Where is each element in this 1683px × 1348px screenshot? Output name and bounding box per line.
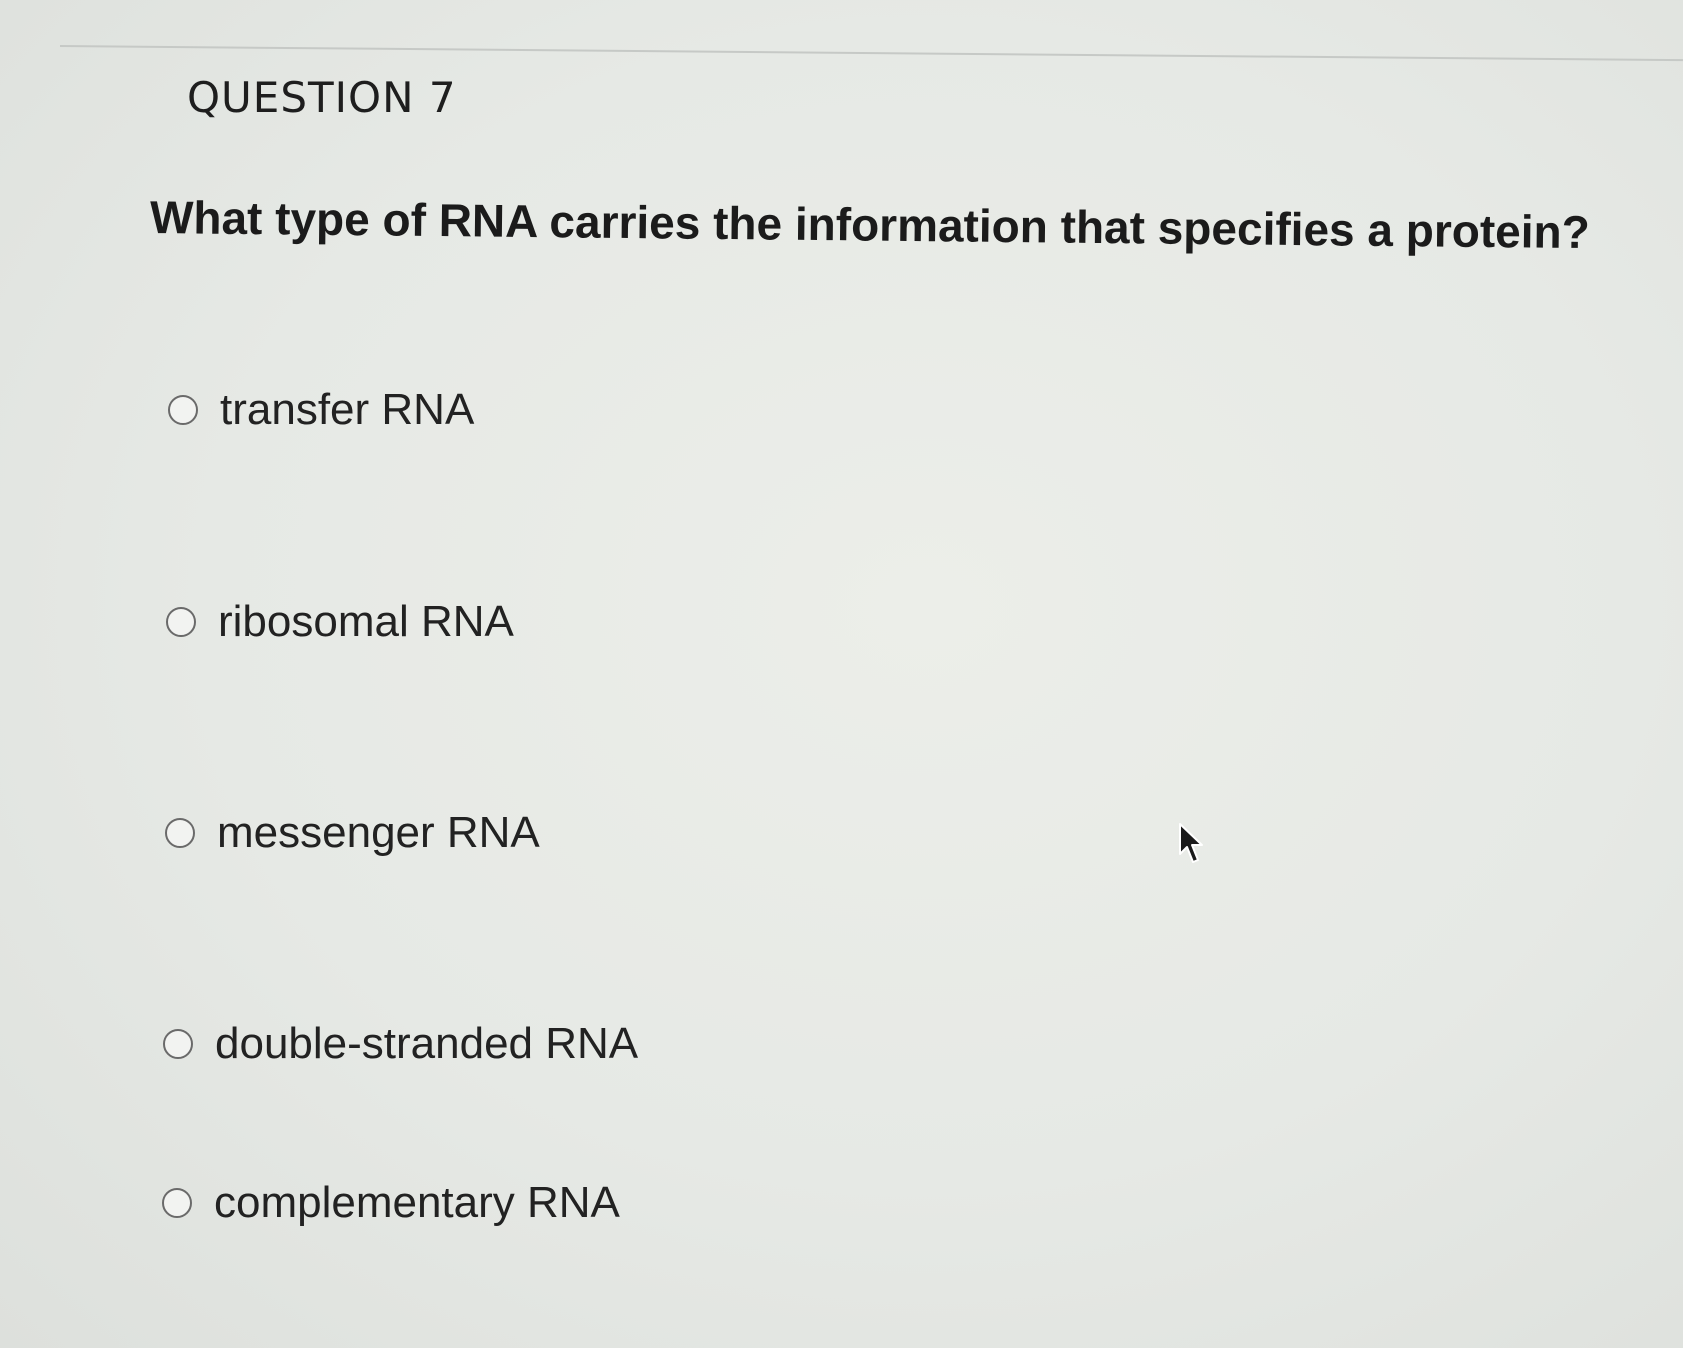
radio-unchecked-icon[interactable]	[163, 1029, 193, 1059]
option-complementary-rna[interactable]: complementary RNA	[162, 1178, 620, 1228]
option-label: messenger RNA	[217, 808, 540, 857]
radio-unchecked-icon[interactable]	[166, 607, 196, 637]
option-messenger-rna[interactable]: messenger RNA	[165, 808, 540, 858]
option-label: transfer RNA	[220, 385, 475, 434]
option-label: ribosomal RNA	[218, 597, 514, 646]
option-double-stranded-rna[interactable]: double-stranded RNA	[163, 1019, 638, 1069]
radio-unchecked-icon[interactable]	[162, 1188, 192, 1218]
option-label: double-stranded RNA	[215, 1019, 639, 1068]
option-ribosomal-rna[interactable]: ribosomal RNA	[166, 597, 514, 647]
option-transfer-rna[interactable]: transfer RNA	[168, 385, 474, 435]
mouse-pointer-icon	[1179, 823, 1203, 863]
radio-unchecked-icon[interactable]	[168, 395, 198, 425]
option-label: complementary RNA	[214, 1178, 620, 1227]
answer-options: transfer RNA ribosomal RNA messenger RNA…	[0, 0, 1683, 1348]
radio-unchecked-icon[interactable]	[165, 818, 195, 848]
quiz-page: QUESTION 7 What type of RNA carries the …	[0, 0, 1683, 1348]
